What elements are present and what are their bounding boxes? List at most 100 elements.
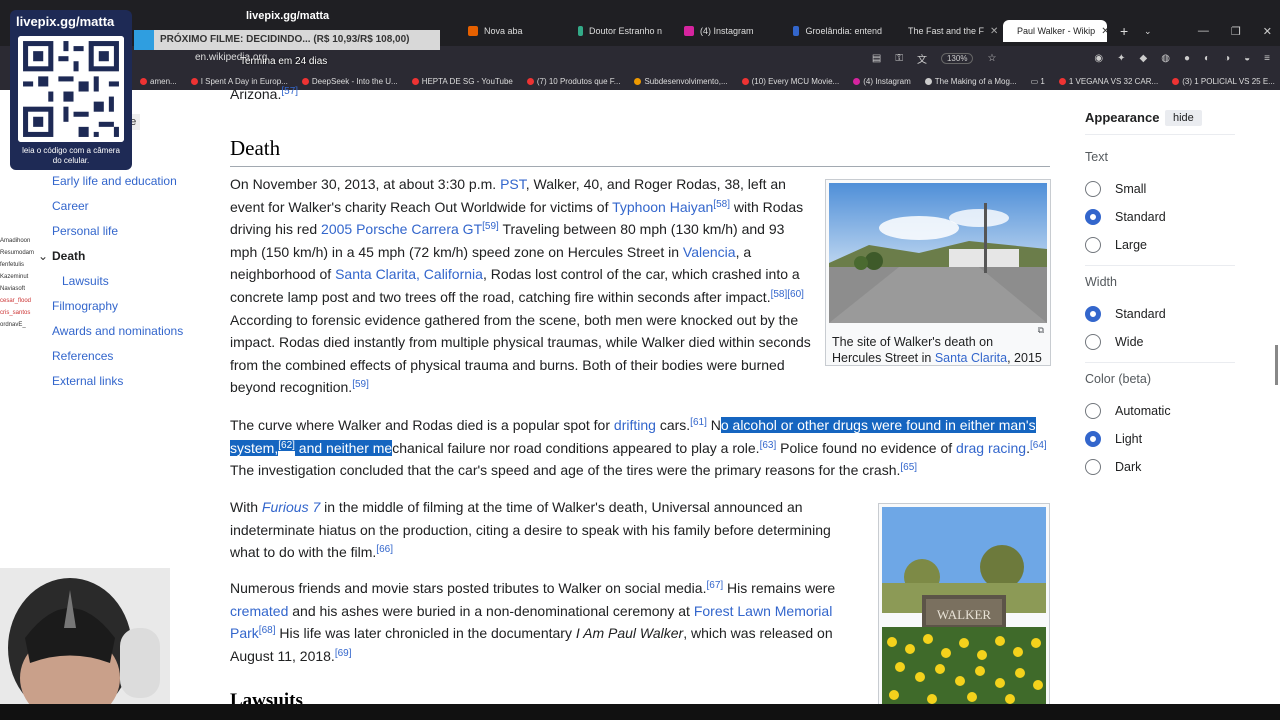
- citation-link[interactable]: [58][60]: [771, 289, 804, 300]
- bookmark-item[interactable]: 1 VEGANA VS 32 CAR...: [1058, 77, 1158, 86]
- extension-icon[interactable]: ◍: [1161, 53, 1170, 64]
- radio-color-light[interactable]: Light: [1085, 431, 1142, 447]
- tab-instagram[interactable]: (4) Instagram: [676, 20, 781, 42]
- citation-link[interactable]: [67]: [706, 580, 723, 591]
- youtube-icon: [411, 77, 419, 85]
- citation-link[interactable]: [68]: [259, 625, 276, 636]
- citation-link[interactable]: [63]: [760, 440, 777, 451]
- maximize-icon[interactable]: ❐: [1231, 25, 1241, 38]
- citation-link[interactable]: [57]: [281, 86, 298, 97]
- radio-button-selected[interactable]: [1085, 431, 1101, 447]
- link-valencia[interactable]: Valencia: [683, 244, 736, 260]
- citation-link[interactable]: [58]: [713, 199, 730, 210]
- bookmark-star-icon[interactable]: ☆: [987, 53, 996, 64]
- chat-user: Amadihoon: [0, 238, 31, 244]
- link-typhoon-haiyan[interactable]: Typhoon Haiyan: [612, 199, 713, 215]
- link-drag-racing[interactable]: drag racing: [956, 440, 1026, 456]
- minimize-icon[interactable]: —: [1198, 25, 1209, 38]
- link-cremated[interactable]: cremated: [230, 603, 288, 619]
- citation-link[interactable]: [65]: [900, 462, 917, 473]
- paragraph-crash: On November 30, 2013, at about 3:30 p.m.…: [230, 176, 811, 396]
- enlarge-icon[interactable]: ⧉: [1038, 325, 1044, 336]
- link-pst[interactable]: PST: [500, 176, 526, 192]
- extension-icon[interactable]: ●: [1184, 53, 1190, 64]
- bookmark-item[interactable]: amen...: [140, 77, 177, 86]
- tab-list-button[interactable]: ⌄: [1136, 20, 1156, 42]
- bookmark-item[interactable]: (3) 1 POLICIAL VS 25 E...: [1172, 77, 1275, 86]
- toc-item-early-life[interactable]: Early life and education: [52, 174, 177, 188]
- link-porsche[interactable]: 2005 Porsche Carrera GT: [321, 221, 482, 237]
- toc-item-external-links[interactable]: External links: [52, 374, 123, 388]
- radio-button[interactable]: [1085, 334, 1101, 350]
- radio-button-selected[interactable]: [1085, 209, 1101, 225]
- bookmark-item[interactable]: (10) Every MCU Movie...: [741, 77, 839, 86]
- new-tab-button[interactable]: +: [1112, 20, 1132, 42]
- radio-color-dark[interactable]: Dark: [1085, 459, 1141, 475]
- chevron-down-icon: ⌄: [1144, 25, 1152, 36]
- youtube-icon: [1172, 77, 1180, 85]
- citation-link[interactable]: [69]: [335, 648, 352, 659]
- toc-item-career[interactable]: Career: [52, 199, 89, 213]
- bookmark-item[interactable]: Subdesenvolvimento,...: [634, 77, 728, 86]
- key-icon[interactable]: ⚿: [895, 53, 903, 64]
- radio-text-small[interactable]: Small: [1085, 181, 1146, 197]
- crash-site-photo[interactable]: [829, 183, 1047, 323]
- puzzle-icon[interactable]: ✦: [1117, 53, 1125, 64]
- bookmark-folder[interactable]: ▭ 1: [1031, 77, 1045, 86]
- bookmark-item[interactable]: HEPTA DE SG - YouTube: [411, 77, 513, 86]
- toc-item-references[interactable]: References: [52, 349, 113, 363]
- tab-groelandia[interactable]: Groelândia: entend: [785, 20, 890, 42]
- extension-icon[interactable]: ◆: [1140, 53, 1148, 64]
- radio-width-wide[interactable]: Wide: [1085, 334, 1143, 350]
- radio-text-standard[interactable]: Standard: [1085, 209, 1166, 225]
- extension-icon[interactable]: ◐: [1204, 53, 1210, 64]
- selected-text[interactable]: and neither me: [294, 439, 393, 456]
- bookmark-item[interactable]: The Making of a Mog...: [924, 77, 1017, 86]
- menu-icon[interactable]: ≡: [1264, 53, 1270, 64]
- zoom-level[interactable]: 130%: [940, 53, 974, 64]
- extension-icon[interactable]: ◑: [1224, 53, 1230, 64]
- link-santa-clarita-caption[interactable]: Santa Clarita: [935, 351, 1007, 365]
- citation-link[interactable]: [62]: [278, 439, 295, 451]
- appearance-hide-button[interactable]: hide: [1165, 110, 1202, 126]
- scrollbar-thumb[interactable]: [1275, 345, 1278, 385]
- bookmark-item[interactable]: DeepSeek - Into the U...: [301, 77, 398, 86]
- citation-link[interactable]: [59]: [482, 221, 499, 232]
- radio-button-selected[interactable]: [1085, 306, 1101, 322]
- translate-icon[interactable]: 文: [917, 51, 927, 66]
- citation-link[interactable]: [64]: [1030, 440, 1047, 451]
- extension-icon[interactable]: ◒: [1244, 53, 1250, 64]
- citation-link[interactable]: [66]: [376, 544, 393, 555]
- toc-item-personal-life[interactable]: Personal life: [52, 224, 118, 238]
- tab-fast-furious[interactable]: The Fast and the F ✕: [894, 20, 999, 42]
- radio-color-automatic[interactable]: Automatic: [1085, 403, 1171, 419]
- reader-icon[interactable]: ▤: [872, 53, 881, 64]
- link-santa-clarita[interactable]: Santa Clarita, California: [335, 266, 483, 282]
- link-furious-7[interactable]: Furious 7: [262, 499, 320, 515]
- radio-button[interactable]: [1085, 459, 1101, 475]
- radio-width-standard[interactable]: Standard: [1085, 306, 1166, 322]
- link-drifting[interactable]: drifting: [614, 417, 656, 433]
- tab-paul-walker[interactable]: Paul Walker - Wikip ✕: [1003, 20, 1107, 42]
- citation-link[interactable]: [59]: [352, 379, 369, 390]
- extension-icon[interactable]: ◉: [1094, 53, 1103, 64]
- bookmark-item[interactable]: (7) 10 Produtos que F...: [526, 77, 620, 86]
- grave-photo[interactable]: WALKER: [882, 507, 1046, 707]
- radio-button[interactable]: [1085, 403, 1101, 419]
- paragraph-furious7: With Furious 7 in the middle of filming …: [230, 499, 831, 561]
- radio-button[interactable]: [1085, 181, 1101, 197]
- bookmark-item[interactable]: (4) Instagram: [853, 77, 911, 86]
- citation-link[interactable]: [61]: [690, 417, 707, 428]
- radio-button[interactable]: [1085, 237, 1101, 253]
- gravestone-inscription: WALKER: [937, 607, 991, 622]
- close-window-icon[interactable]: ✕: [1263, 25, 1272, 38]
- qr-caption: leia o código com a câmera do celular.: [22, 146, 120, 165]
- close-icon[interactable]: ✕: [990, 26, 998, 37]
- bookmark-item[interactable]: I Spent A Day in Europ...: [190, 77, 288, 86]
- youtube-icon: [140, 77, 147, 85]
- radio-text-large[interactable]: Large: [1085, 237, 1147, 253]
- close-icon[interactable]: ✕: [1101, 26, 1107, 37]
- tab-doutor-estranho[interactable]: Doutor Estranho n: [570, 20, 670, 42]
- text-size-label: Text: [1085, 150, 1108, 164]
- tab-nova-aba[interactable]: Nova aba: [460, 20, 565, 42]
